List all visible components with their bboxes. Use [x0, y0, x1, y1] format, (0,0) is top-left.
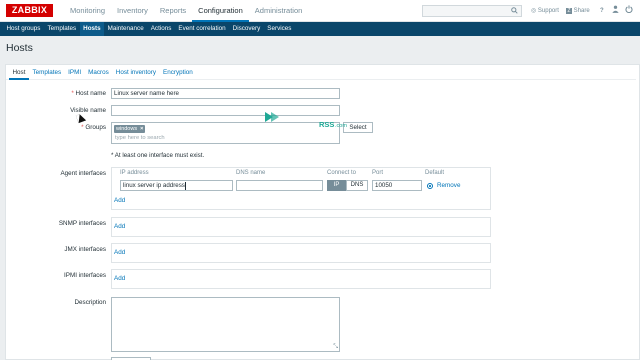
sub-menu: Host groups Templates Hosts Maintenance …	[0, 22, 640, 36]
default-interface-radio[interactable]	[427, 183, 433, 189]
submenu-actions[interactable]: Actions	[147, 22, 175, 36]
share-link[interactable]: Z Share	[566, 5, 590, 17]
group-chip: windows ×	[114, 125, 146, 133]
submenu-services[interactable]: Services	[264, 22, 295, 36]
ipmi-interfaces-label: IPMI interfaces	[64, 272, 106, 279]
tab-encryption[interactable]: Encryption	[160, 65, 197, 80]
text-caret	[185, 181, 186, 190]
main-menu: Monitoring Inventory Reports Configurati…	[64, 0, 308, 22]
menu-administration[interactable]: Administration	[249, 0, 309, 22]
description-textarea[interactable]: ⤡	[111, 297, 340, 352]
menu-configuration[interactable]: Configuration	[192, 0, 249, 22]
search-icon[interactable]	[511, 7, 518, 16]
menu-monitoring[interactable]: Monitoring	[64, 0, 111, 22]
ipmi-interfaces-box	[111, 269, 491, 289]
help-icon[interactable]: ?	[600, 5, 604, 17]
support-link[interactable]: ◎ Support	[531, 5, 559, 17]
snmp-interfaces-box	[111, 217, 491, 237]
share-icon: Z	[566, 8, 572, 14]
tab-ipmi[interactable]: IPMI	[65, 65, 85, 80]
col-connect-to: Connect to	[327, 170, 357, 176]
submenu-host-groups[interactable]: Host groups	[3, 22, 44, 36]
submenu-event-correlation[interactable]: Event correlation	[175, 22, 229, 36]
add-ipmi-interface-link[interactable]: Add	[114, 275, 125, 282]
connect-dns-toggle[interactable]: DNS	[346, 180, 368, 191]
description-label: Description	[74, 299, 107, 306]
add-jmx-interface-link[interactable]: Add	[114, 249, 125, 256]
required-mark: *	[81, 124, 84, 131]
agent-port-input[interactable]: 10050	[372, 180, 422, 191]
page-title: Hosts	[6, 42, 33, 54]
submenu-discovery[interactable]: Discovery	[229, 22, 264, 36]
interface-required-hint: * At least one interface must exist.	[111, 152, 205, 159]
add-snmp-interface-link[interactable]: Add	[114, 223, 125, 230]
agent-interfaces-label: Agent interfaces	[60, 170, 106, 177]
support-label: Support	[537, 8, 559, 14]
chip-remove-icon[interactable]: ×	[140, 126, 143, 132]
jmx-interfaces-box	[111, 243, 491, 263]
submenu-hosts[interactable]: Hosts	[79, 22, 105, 36]
menu-inventory[interactable]: Inventory	[111, 0, 154, 22]
zabbix-logo[interactable]: ZABBIX	[6, 4, 53, 17]
required-mark: *	[71, 90, 74, 97]
connect-ip-toggle[interactable]: IP	[327, 180, 346, 191]
tab-host-inventory[interactable]: Host inventory	[112, 65, 159, 80]
groups-search-input[interactable]: type here to search	[115, 135, 165, 141]
col-ip-address: IP address	[120, 170, 149, 176]
host-name-label: * Host name	[71, 90, 106, 97]
visible-name-label: Visible name	[70, 107, 106, 114]
user-icon[interactable]	[612, 5, 619, 17]
watermark-text: RSS	[319, 120, 334, 129]
remove-interface-link[interactable]: Remove	[437, 182, 460, 189]
tab-templates[interactable]: Templates	[29, 65, 65, 80]
agent-dns-input[interactable]	[236, 180, 323, 191]
power-icon[interactable]	[625, 5, 633, 17]
snmp-interfaces-label: SNMP interfaces	[58, 220, 106, 227]
jmx-interfaces-label: JMX interfaces	[64, 246, 106, 253]
watermark-suffix: .com	[335, 123, 347, 129]
submenu-templates[interactable]: Templates	[44, 22, 80, 36]
submenu-maintenance[interactable]: Maintenance	[104, 22, 147, 36]
agent-ip-input[interactable]: linux server ip address	[120, 180, 233, 191]
col-default: Default	[425, 170, 445, 176]
top-header: ZABBIX Monitoring Inventory Reports Conf…	[0, 0, 640, 22]
col-port: Port	[372, 170, 384, 176]
groups-label: * Groups	[81, 124, 106, 131]
form-tabs: Host Templates IPMI Macros Host inventor…	[6, 65, 636, 80]
resize-grip-icon[interactable]: ⤡	[333, 344, 338, 350]
share-label: Share	[573, 8, 590, 14]
tab-host[interactable]: Host	[9, 65, 29, 80]
support-icon: ◎	[531, 8, 537, 14]
col-dns-name: DNS name	[236, 170, 266, 176]
menu-reports[interactable]: Reports	[154, 0, 192, 22]
host-name-input[interactable]: Linux server name here	[111, 88, 340, 99]
tab-macros[interactable]: Macros	[85, 65, 113, 80]
watermark-logo: RSS .com	[259, 108, 375, 130]
add-agent-interface-link[interactable]: Add	[114, 197, 125, 204]
global-search-input[interactable]	[422, 5, 522, 17]
